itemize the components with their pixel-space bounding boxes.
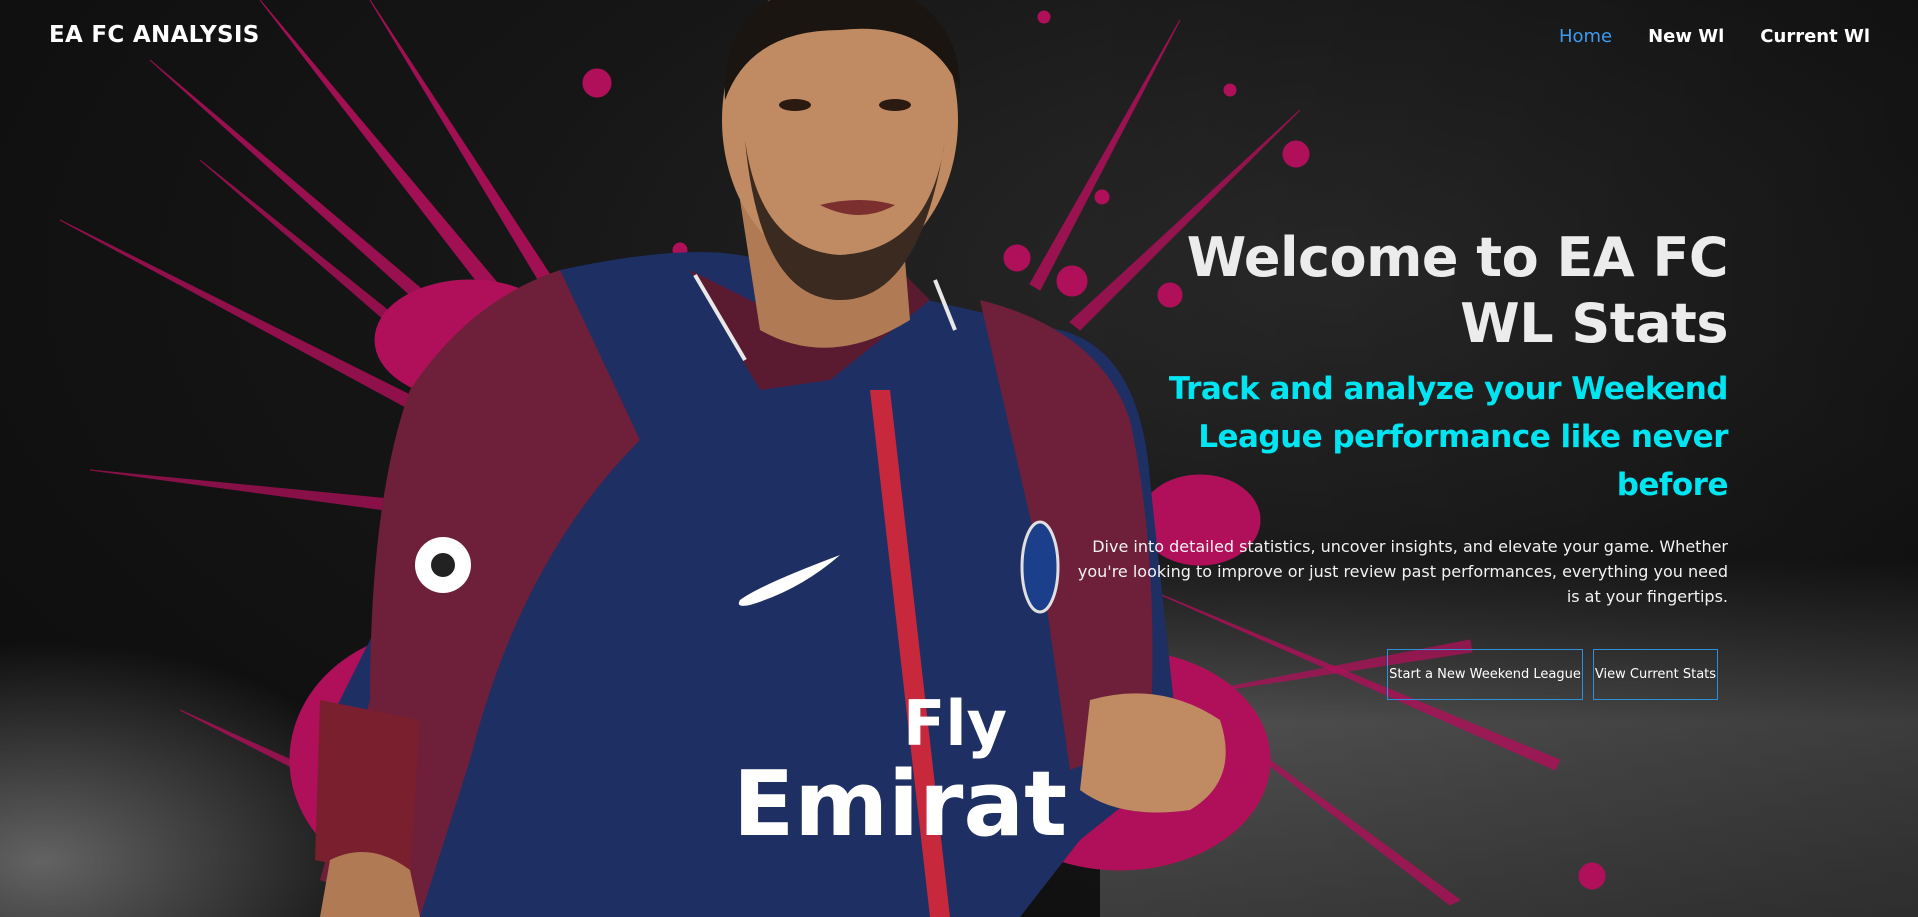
hero-subtitle: Track and analyze your Weekend League pe… <box>1168 371 1729 503</box>
view-current-stats-button[interactable]: View Current Stats <box>1593 649 1718 700</box>
nav-links: Home New Wl Current Wl <box>1559 26 1870 47</box>
nav-link-new-wl[interactable]: New Wl <box>1648 26 1724 47</box>
top-navbar: EA FC ANALYSIS Home New Wl Current Wl <box>0 0 1918 76</box>
hero-description: Dive into detailed statistics, uncover i… <box>1077 537 1728 606</box>
start-new-weekend-league-button[interactable]: Start a New Weekend League <box>1387 649 1583 700</box>
nav-link-home[interactable]: Home <box>1559 26 1612 47</box>
brand-logo[interactable]: EA FC ANALYSIS <box>49 22 260 48</box>
hero-content: Welcome to EA FC WL Stats Track and anal… <box>1078 225 1729 700</box>
hero-title: Welcome to EA FC WL Stats <box>1186 226 1729 355</box>
svg-text:Emirat: Emirat <box>733 752 1067 857</box>
hero-buttons: Start a New Weekend League View Current … <box>1128 649 1728 700</box>
nav-link-current-wl[interactable]: Current Wl <box>1760 26 1870 47</box>
svg-text:Fly: Fly <box>903 687 1007 760</box>
